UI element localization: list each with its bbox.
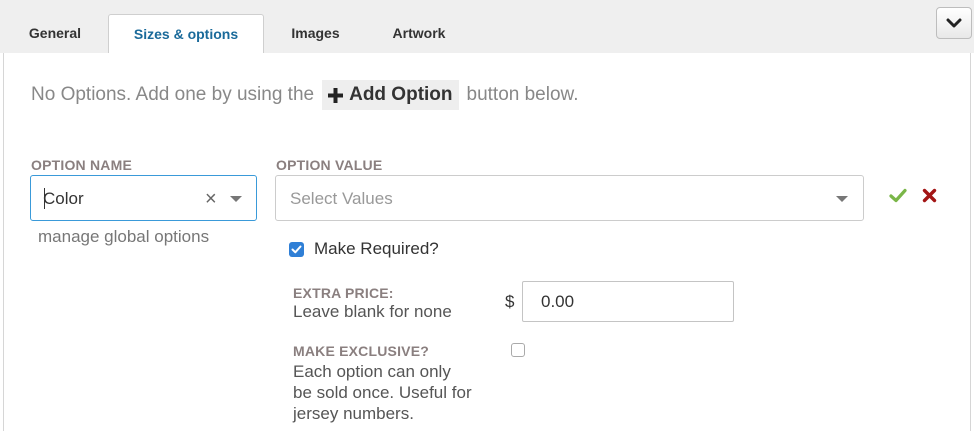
plus-icon bbox=[328, 87, 344, 103]
tab-artwork[interactable]: Artwork bbox=[368, 14, 470, 53]
intro-text-before: No Options. Add one by using the bbox=[31, 84, 315, 105]
add-option-button[interactable]: Add Option bbox=[322, 80, 459, 110]
option-value-label: OPTION VALUE bbox=[276, 157, 383, 173]
delete-icon[interactable] bbox=[922, 188, 937, 203]
check-icon[interactable] bbox=[889, 188, 907, 203]
extra-price-input[interactable]: 0.00 bbox=[522, 281, 734, 322]
dropdown-arrow-icon[interactable] bbox=[230, 196, 242, 202]
make-exclusive-title: MAKE EXCLUSIVE? bbox=[293, 343, 430, 359]
make-required-checkbox[interactable] bbox=[289, 242, 304, 257]
tab-images[interactable]: Images bbox=[268, 14, 363, 53]
option-value-placeholder: Select Values bbox=[290, 189, 393, 208]
tab-general[interactable]: General bbox=[5, 14, 105, 53]
tab-bar: General Sizes & options Images Artwork bbox=[0, 0, 974, 54]
extra-price-value: 0.00 bbox=[541, 292, 575, 311]
add-option-label: Add Option bbox=[349, 84, 453, 105]
checkmark-icon bbox=[291, 245, 302, 254]
currency-symbol: $ bbox=[505, 292, 515, 311]
manage-global-options-link[interactable]: manage global options bbox=[38, 227, 209, 247]
make-exclusive-help-line: be sold once. Useful for bbox=[293, 383, 472, 402]
option-name-label: OPTION NAME bbox=[31, 157, 132, 173]
option-name-value: Color bbox=[43, 189, 84, 208]
tab-sizes-options[interactable]: Sizes & options bbox=[108, 14, 264, 54]
extra-price-title: EXTRA PRICE: bbox=[293, 285, 394, 301]
clear-icon[interactable]: × bbox=[205, 188, 217, 211]
empty-options-message: No Options. Add one by using the Add Opt… bbox=[31, 80, 579, 110]
option-name-select[interactable]: Color × bbox=[30, 175, 257, 221]
collapse-button[interactable] bbox=[936, 7, 972, 39]
intro-text-after: button below. bbox=[466, 84, 579, 105]
make-exclusive-help-line: jersey numbers. bbox=[293, 404, 414, 423]
dropdown-arrow-icon[interactable] bbox=[836, 196, 848, 202]
chevron-down-icon bbox=[946, 18, 962, 28]
make-required-label: Make Required? bbox=[314, 239, 439, 258]
make-exclusive-checkbox[interactable] bbox=[511, 343, 525, 357]
extra-price-help: Leave blank for none bbox=[293, 302, 452, 321]
make-exclusive-help-line: Each option can only bbox=[293, 362, 451, 381]
option-value-select[interactable]: Select Values bbox=[275, 175, 864, 221]
